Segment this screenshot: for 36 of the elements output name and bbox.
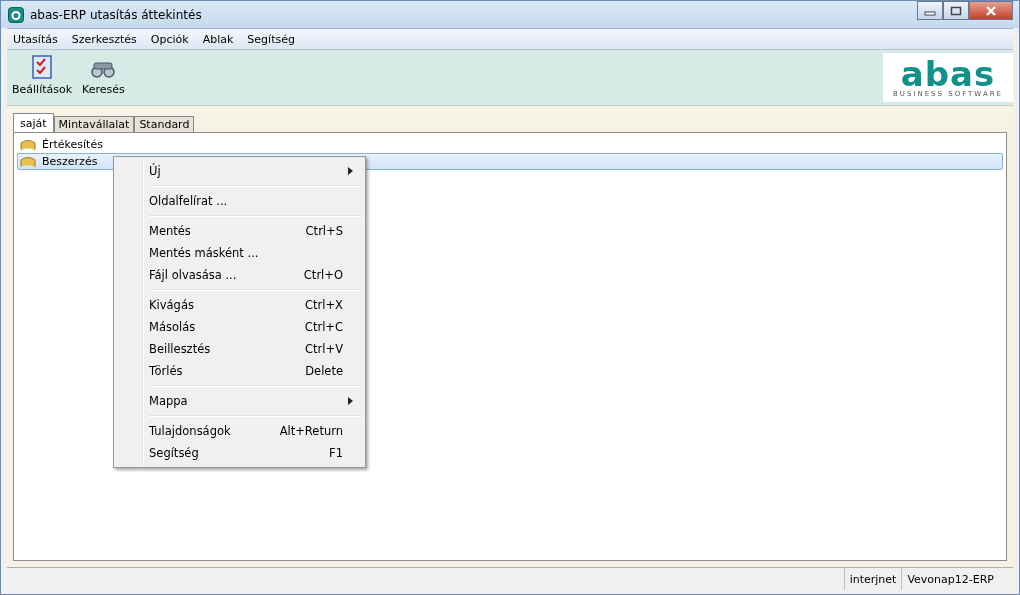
close-button[interactable]: [969, 1, 1013, 20]
minimize-button[interactable]: [917, 1, 943, 20]
tab[interactable]: Standard: [134, 116, 195, 132]
status-text: Vevonap12-ERP: [901, 568, 999, 590]
maximize-button[interactable]: [943, 1, 969, 20]
status-text: interjnet: [843, 568, 902, 590]
context-menu-item[interactable]: Kivágás Ctrl+X: [116, 294, 363, 316]
checklist-icon: [31, 55, 54, 79]
maximize-icon: [950, 5, 962, 16]
tree-item[interactable]: Értékesítés: [17, 136, 1003, 153]
context-menu-item[interactable]: Oldalfelírat ...: [116, 190, 363, 212]
close-icon: [985, 5, 997, 16]
submenu-arrow-icon: [348, 167, 353, 175]
context-menu-item[interactable]: Mentés másként ...: [116, 242, 363, 264]
app-icon: [8, 6, 24, 23]
toolbar-button[interactable]: Beállítások: [7, 50, 78, 105]
toolbar-button[interactable]: Keresés: [77, 50, 130, 105]
submenu-arrow-icon: [348, 397, 353, 405]
menu-item[interactable]: Opciók: [150, 32, 189, 46]
context-menu-item[interactable]: Fájl olvasása ... Ctrl+O: [116, 264, 363, 286]
context-menu-item[interactable]: Mentés Ctrl+S: [116, 220, 363, 242]
binoculars-icon: [90, 61, 117, 79]
context-menu-item[interactable]: Beillesztés Ctrl+V: [116, 338, 363, 360]
context-menu-item[interactable]: Tulajdonságok Alt+Return: [116, 420, 363, 442]
context-menu-item[interactable]: Másolás Ctrl+C: [116, 316, 363, 338]
menu-item[interactable]: Ablak: [202, 32, 234, 46]
menu-item[interactable]: Utasítás: [13, 32, 58, 46]
menu-item[interactable]: Szerkesztés: [71, 32, 137, 46]
logo-wordmark: abas: [900, 57, 996, 90]
context-menu-item[interactable]: Mappa: [116, 390, 363, 412]
tab[interactable]: Mintavállalat: [53, 116, 135, 132]
context-menu-item[interactable]: Törlés Delete: [116, 360, 363, 382]
menu-item[interactable]: Segítség: [247, 32, 295, 46]
window-title: abas-ERP utasítás áttekintés: [30, 7, 202, 22]
tab[interactable]: saját: [13, 113, 54, 132]
context-menu-item[interactable]: Segítség F1: [116, 442, 363, 464]
